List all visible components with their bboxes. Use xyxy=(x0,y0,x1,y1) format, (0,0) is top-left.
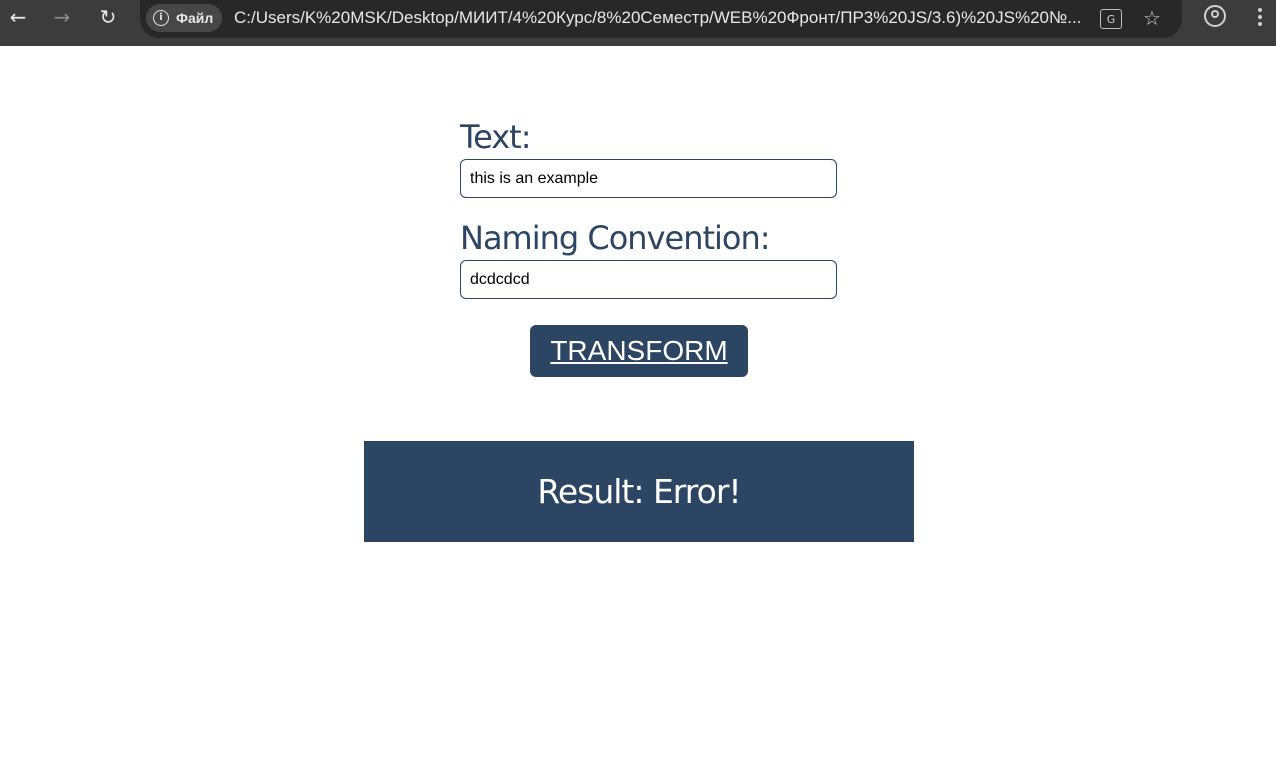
back-arrow-icon[interactable]: ← xyxy=(2,4,34,30)
bookmark-star-icon[interactable]: ☆ xyxy=(1139,6,1165,30)
browser-toolbar: ← → ↻ i Файл C:/Users/K%20MSK/Desktop/МИ… xyxy=(0,0,1276,46)
naming-convention-input[interactable] xyxy=(460,260,837,299)
naming-convention-label: Naming Convention: xyxy=(460,219,771,257)
transform-button[interactable]: TRANSFORM xyxy=(530,325,748,377)
result-text: Result: Error! xyxy=(537,472,741,511)
url-text[interactable]: C:/Users/K%20MSK/Desktop/МИИТ/4%20Курс/8… xyxy=(234,8,1084,28)
info-icon: i xyxy=(153,10,169,26)
more-menu-icon[interactable] xyxy=(1254,6,1266,28)
site-info-label: Файл xyxy=(176,10,214,26)
text-input[interactable] xyxy=(460,159,837,198)
profile-icon[interactable] xyxy=(1204,5,1226,27)
transform-form: Text: Naming Convention: xyxy=(460,110,837,299)
address-bar[interactable]: i Файл C:/Users/K%20MSK/Desktop/МИИТ/4%2… xyxy=(140,0,1182,38)
reload-icon[interactable]: ↻ xyxy=(92,4,124,30)
result-panel: Result: Error! xyxy=(364,441,914,542)
text-label: Text: xyxy=(460,118,532,156)
translate-icon[interactable]: G xyxy=(1100,9,1122,29)
forward-arrow-icon[interactable]: → xyxy=(46,4,78,30)
site-info-chip[interactable]: i Файл xyxy=(146,4,222,32)
